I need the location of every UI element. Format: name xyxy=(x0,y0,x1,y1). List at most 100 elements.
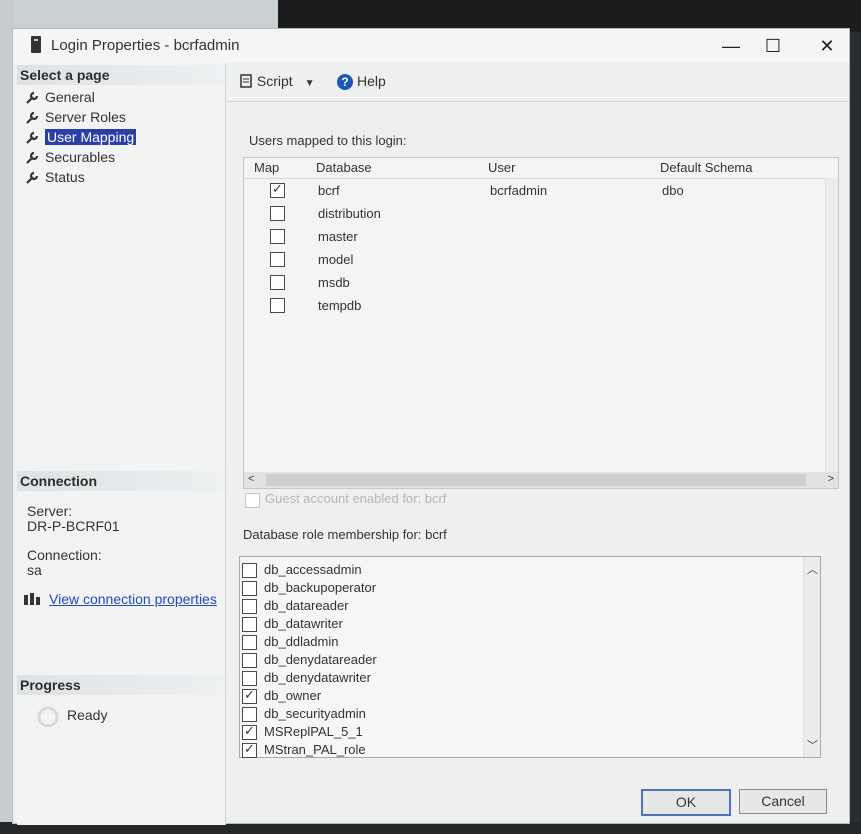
help-label: Help xyxy=(357,73,386,89)
scroll-thumb[interactable] xyxy=(266,474,806,486)
sidebar-item-status[interactable]: Status xyxy=(23,167,136,187)
table-row[interactable]: model xyxy=(244,249,826,271)
sidebar-item-label: Status xyxy=(45,169,85,185)
title-bar[interactable]: Login Properties - bcrfadmin — ☐ ✕ xyxy=(13,29,849,63)
progress-spinner-icon xyxy=(37,706,59,731)
sidebar-item-label: Server Roles xyxy=(45,109,126,125)
role-name: db_backupoperator xyxy=(264,580,377,595)
role-checkbox[interactable] xyxy=(242,653,257,668)
page-list: General Server Roles User Mapping Securable… xyxy=(23,87,137,187)
left-pane: Select a page General Server Roles User Ma… xyxy=(17,63,226,825)
table-row[interactable]: bcrf bcrfadmin dbo xyxy=(244,180,826,202)
sidebar-item-user-mapping[interactable]: User Mapping xyxy=(23,127,137,147)
role-name: db_ddladmin xyxy=(264,634,339,649)
scroll-down-icon[interactable]: ﹀ xyxy=(807,737,818,753)
role-checkbox[interactable] xyxy=(242,581,257,596)
cancel-button[interactable]: Cancel xyxy=(739,789,827,814)
map-checkbox[interactable] xyxy=(270,229,285,244)
sidebar-item-securables[interactable]: Securables xyxy=(23,147,136,167)
grid-header: Map Database User Default Schema xyxy=(244,158,838,179)
map-checkbox[interactable] xyxy=(270,206,285,221)
role-checkbox[interactable] xyxy=(242,599,257,614)
connection-header: Connection xyxy=(17,471,225,491)
connection-label: Connection: xyxy=(27,547,102,563)
role-checkbox[interactable] xyxy=(242,635,257,650)
ok-button[interactable]: OK xyxy=(641,789,731,816)
help-button[interactable]: ? Help xyxy=(337,73,386,90)
grid-horizontal-scrollbar[interactable]: < > xyxy=(244,472,838,488)
scroll-up-icon[interactable]: ︿ xyxy=(807,561,818,577)
role-name: MStran_PAL_role xyxy=(264,742,366,757)
toolbar: Script ▼ ? Help xyxy=(227,63,849,102)
role-membership-label: Database role membership for: bcrf xyxy=(243,527,447,542)
server-label: Server: xyxy=(27,503,73,519)
role-checkbox[interactable] xyxy=(242,707,257,722)
role-checkbox[interactable] xyxy=(242,723,257,740)
user-cell[interactable]: bcrfadmin xyxy=(490,183,547,198)
sidebar-item-label: Securables xyxy=(45,149,116,165)
role-name: MSReplPAL_5_1 xyxy=(264,724,363,739)
chevron-down-icon[interactable]: ▼ xyxy=(305,78,315,89)
maximize-button[interactable]: ☐ xyxy=(751,31,795,61)
users-mapped-label: Users mapped to this login: xyxy=(249,133,407,148)
table-row[interactable]: tempdb xyxy=(244,295,826,317)
wrench-icon xyxy=(25,90,39,104)
guest-account-checkbox xyxy=(245,493,260,508)
window-title: Login Properties - bcrfadmin xyxy=(51,37,240,54)
role-checkbox[interactable] xyxy=(242,671,257,686)
column-header-database[interactable]: Database xyxy=(316,160,372,175)
map-checkbox[interactable] xyxy=(270,252,285,267)
grid-vertical-scrollbar[interactable] xyxy=(825,178,838,472)
users-mapping-grid: Map Database User Default Schema bcrfbcr… xyxy=(243,157,839,489)
column-header-default-schema[interactable]: Default Schema xyxy=(660,160,753,175)
wrench-icon xyxy=(25,150,39,164)
wrench-icon xyxy=(25,170,39,184)
database-cell: msdb xyxy=(318,275,350,290)
scroll-left-icon[interactable]: < xyxy=(248,473,254,485)
wrench-icon xyxy=(25,110,39,124)
sidebar-item-label: General xyxy=(45,89,95,105)
role-checkbox[interactable] xyxy=(242,563,257,578)
table-row[interactable]: distribution xyxy=(244,203,826,225)
role-name: db_accessadmin xyxy=(264,562,362,577)
script-icon xyxy=(239,73,257,89)
progress-status: Ready xyxy=(67,707,108,723)
sidebar-item-label: User Mapping xyxy=(45,129,137,145)
guest-account-option: Guest account enabled for: bcrf xyxy=(245,491,447,508)
help-icon: ? xyxy=(337,74,353,90)
role-name: db_owner xyxy=(264,688,322,703)
role-checkbox[interactable] xyxy=(242,741,257,758)
roles-vertical-scrollbar[interactable]: ︿ ﹀ xyxy=(803,557,820,757)
column-header-user[interactable]: User xyxy=(488,160,515,175)
table-row[interactable]: msdb xyxy=(244,272,826,294)
server-value: DR-P-BCRF01 xyxy=(27,518,120,534)
default-schema-cell[interactable]: dbo xyxy=(662,183,684,198)
map-checkbox[interactable] xyxy=(270,298,285,313)
role-name: db_denydatareader xyxy=(264,652,377,667)
minimize-button[interactable]: — xyxy=(709,31,753,61)
scroll-right-icon[interactable]: > xyxy=(828,473,834,485)
map-checkbox[interactable] xyxy=(270,275,285,290)
table-row[interactable]: master xyxy=(244,226,826,248)
guest-account-label: Guest account enabled for: bcrf xyxy=(265,491,447,506)
script-button[interactable]: Script ▼ xyxy=(239,73,314,89)
view-connection-properties-link[interactable]: View connection properties xyxy=(49,591,217,607)
sidebar-item-general[interactable]: General xyxy=(23,87,136,107)
database-cell: tempdb xyxy=(318,298,362,313)
connection-properties-icon xyxy=(23,591,41,610)
column-header-map[interactable]: Map xyxy=(254,160,279,175)
progress-header: Progress xyxy=(17,675,225,695)
role-checkbox[interactable] xyxy=(242,617,257,632)
database-cell: master xyxy=(318,229,358,244)
app-icon xyxy=(31,36,41,53)
database-cell: distribution xyxy=(318,206,381,221)
map-checkbox[interactable] xyxy=(270,181,285,198)
role-checkbox[interactable] xyxy=(242,687,257,704)
role-membership-list: db_accessadmin db_backupoperator db_datare… xyxy=(239,556,821,758)
sidebar-item-server-roles[interactable]: Server Roles xyxy=(23,107,136,127)
database-cell: model xyxy=(318,252,354,267)
script-label: Script xyxy=(256,73,293,89)
role-name: db_securityadmin xyxy=(264,706,366,721)
close-button[interactable]: ✕ xyxy=(805,31,849,61)
wrench-icon xyxy=(25,130,39,144)
